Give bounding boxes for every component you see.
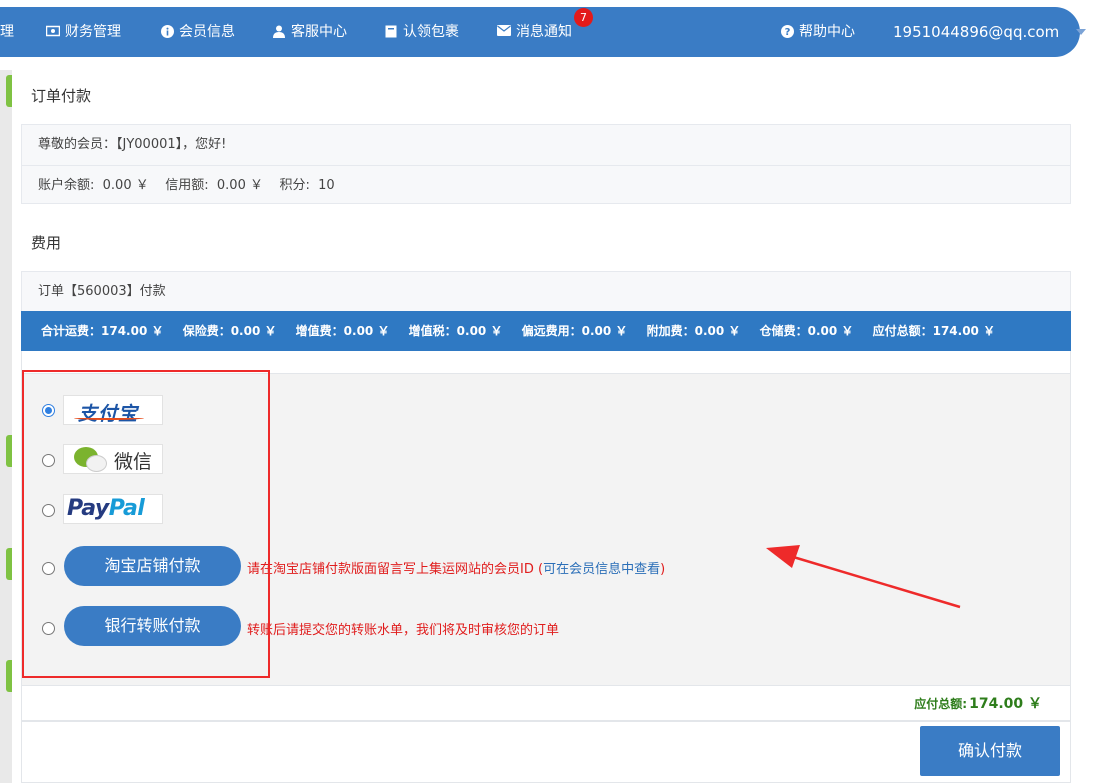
taobao-note: 请在淘宝店铺付款版面留言写上集运网站的会员ID (可在会员信息中查看)	[247, 562, 666, 577]
nav-item-messages[interactable]: 消息通知	[497, 7, 572, 57]
fee-section-title: 费用	[31, 234, 62, 252]
annotation-frame	[22, 370, 270, 678]
fee-surcharge: 附加费：0.00 ￥	[646, 324, 741, 338]
account-info-box: 尊敬的会员：【JY00001】，您好! 账户余额: 0.00 ￥ 信用额: 0.…	[21, 124, 1071, 204]
info-icon	[160, 25, 174, 39]
total-value: 174.00 ￥	[969, 696, 1042, 712]
bank-transfer-note: 转账后请提交您的转账水单，我们将及时审核您的订单	[247, 623, 560, 638]
chevron-down-icon	[1076, 29, 1087, 35]
package-icon	[384, 25, 398, 39]
total-label: 应付总额:	[914, 697, 967, 711]
fee-value-added: 增值费：0.00 ￥	[295, 324, 390, 338]
action-row	[21, 721, 1071, 783]
money-icon	[45, 25, 61, 39]
nav-label-finance: 财务管理	[65, 24, 121, 40]
question-icon: ?	[780, 25, 794, 39]
nav-label-service: 客服中心	[291, 24, 347, 40]
nav-label-messages: 消息通知	[516, 24, 572, 40]
nav-item-member-info[interactable]: 会员信息	[160, 7, 235, 57]
user-email: 1951044896@qq.com	[893, 23, 1060, 41]
greeting-text: 尊敬的会员：【JY00001】，您好!	[38, 137, 227, 152]
nav-item-cut[interactable]: 理	[0, 7, 14, 57]
left-rail	[0, 70, 12, 783]
nav-item-finance[interactable]: 财务管理	[45, 7, 121, 57]
nav-item-claim-package[interactable]: 认领包裹	[384, 7, 459, 57]
account-balance-text: 账户余额: 0.00 ￥ 信用额: 0.00 ￥ 积分: 10	[22, 165, 1070, 205]
fee-shipping: 合计运费：174.00 ￥	[41, 324, 164, 338]
order-line: 订单【560003】付款	[21, 271, 1071, 313]
nav-label-member-info: 会员信息	[179, 24, 235, 40]
svg-text:?: ?	[784, 27, 790, 38]
fee-summary-bar: 合计运费：174.00 ￥ 保险费：0.00 ￥ 增值费：0.00 ￥ 增值税：…	[21, 311, 1071, 351]
nav-label-help: 帮助中心	[799, 24, 855, 40]
fee-remote: 偏远费用：0.00 ￥	[521, 324, 628, 338]
user-menu[interactable]: 1951044896@qq.com	[893, 7, 1087, 57]
page-title: 订单付款	[31, 87, 92, 105]
fee-insurance: 保险费：0.00 ￥	[182, 324, 277, 338]
fee-total: 应付总额：174.00 ￥	[872, 324, 996, 338]
total-row: 应付总额: 174.00 ￥	[21, 686, 1071, 721]
member-info-link[interactable]: 可在会员信息中查看	[543, 562, 660, 577]
top-nav: 理 财务管理 会员信息 客服中心 认领包裹 消息通知 7 ? 帮助中心 1951…	[0, 7, 1087, 57]
confirm-payment-button[interactable]: 确认付款	[920, 726, 1060, 776]
fee-storage: 仓储费：0.00 ￥	[759, 324, 854, 338]
envelope-icon	[497, 25, 511, 39]
nav-label-claim-package: 认领包裹	[403, 24, 459, 40]
fee-vat: 增值税：0.00 ￥	[408, 324, 503, 338]
user-icon	[272, 25, 286, 39]
nav-item-service[interactable]: 客服中心	[272, 7, 347, 57]
nav-item-help[interactable]: ? 帮助中心	[780, 7, 855, 57]
message-count-badge: 7	[574, 8, 593, 27]
